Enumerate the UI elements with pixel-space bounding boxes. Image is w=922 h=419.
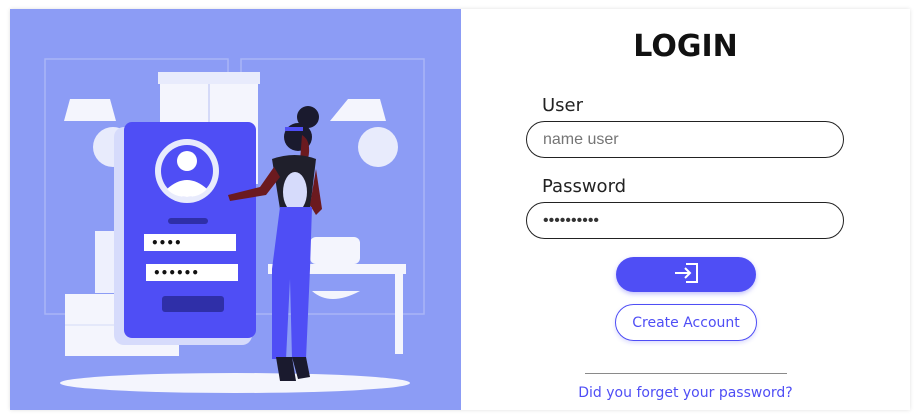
phone-button [162,296,224,312]
login-illustration: •••• •••••• [10,9,461,410]
create-account-button[interactable]: Create Account [615,304,757,341]
sign-in-icon [672,262,700,287]
divider [585,373,787,374]
password-input[interactable] [526,202,844,239]
window-top [158,72,260,84]
floor-shadow [60,373,410,393]
forgot-password-link[interactable]: Did you forget your password? [461,385,910,401]
illustration-svg: •••• •••••• [44,58,425,393]
phone-password-dots: •••••• [153,266,199,280]
phone-pin-dots: •••• [151,236,182,250]
password-label: Password [542,176,627,197]
bowl-stack [310,237,360,264]
login-button[interactable] [616,257,756,292]
login-title: LOGIN [633,29,738,64]
lamp-right-shade [330,99,386,121]
login-form: LOGIN User Password Create Account Did y… [461,9,910,410]
user-label: User [542,95,584,116]
login-card: •••• •••••• LOGIN User Passwo [10,9,910,410]
user-input[interactable] [526,121,844,158]
lamp-left-shade [64,99,116,121]
lamp-right-base [358,127,398,167]
